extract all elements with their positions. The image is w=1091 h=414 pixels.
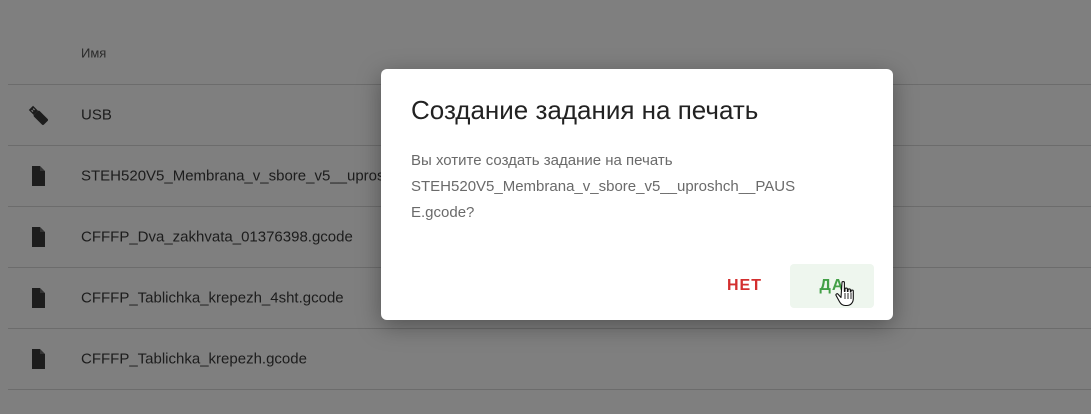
dialog-message-filename-end: E.gcode?	[411, 204, 475, 221]
dialog-message-filename: STEH520V5_Membrana_v_sbore_v5__uproshch_…	[411, 178, 796, 195]
hand-pointer-cursor-icon	[835, 280, 857, 310]
dialog-message-line: Вы хотите создать задание на печать	[411, 152, 673, 169]
no-button[interactable]: НЕТ	[711, 264, 778, 308]
yes-button[interactable]: ДА	[790, 264, 874, 308]
dialog-message: Вы хотите создать задание на печать STEH…	[411, 148, 881, 226]
file-browser-page: Имя USB STEH520V5_Membrana_v_sbore_v5	[0, 0, 1091, 414]
print-job-dialog: Создание задания на печать Вы хотите соз…	[381, 69, 893, 320]
dialog-title: Создание задания на печать	[411, 95, 759, 125]
